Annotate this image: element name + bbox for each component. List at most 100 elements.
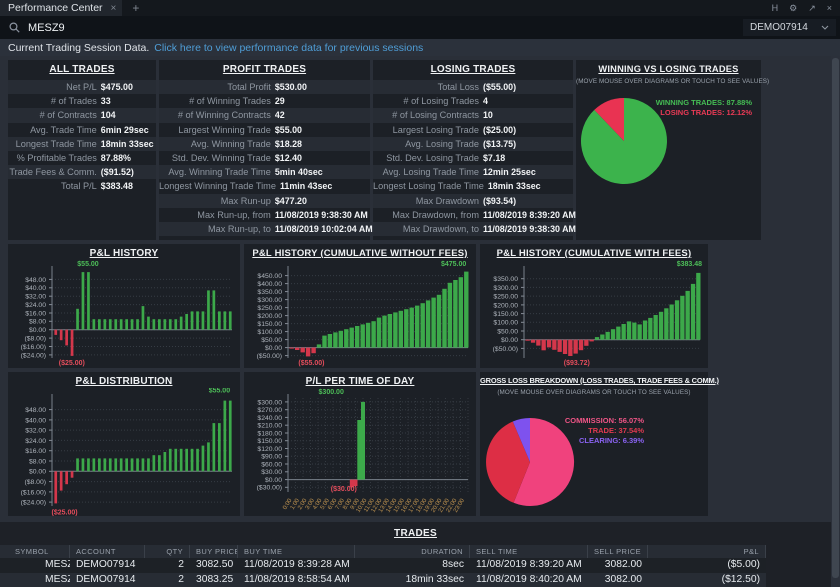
svg-text:$180.00: $180.00: [257, 430, 282, 437]
add-tab-icon[interactable]: +: [132, 1, 139, 15]
stat-row: Longest Winning Trade Time11min 43sec: [159, 179, 370, 193]
col-header-sell-price[interactable]: SELL PRICE: [588, 545, 648, 558]
account-selector-value: DEMO07914: [750, 22, 808, 33]
stat-label: Std. Dev. Winning Trade: [159, 151, 271, 165]
pnl-cum-fees-svg: $350.00$300.00$250.00$200.00$150.00$100.…: [480, 260, 708, 368]
window-controls: H ⚙ ↗ ×: [772, 0, 840, 16]
pnl-history-svg: $48.00$40.00$32.00$24.00$16.00$8.00$0.00…: [8, 260, 240, 368]
stat-value: $530.00: [271, 80, 307, 94]
svg-text:$0.00: $0.00: [265, 477, 282, 484]
svg-text:($16.00): ($16.00): [21, 489, 46, 496]
stat-value: 12min 25sec: [479, 165, 536, 179]
svg-text:$30.00: $30.00: [261, 469, 282, 476]
stat-value: ($93.54): [479, 194, 516, 208]
pnl-cum-fees-chart[interactable]: $350.00$300.00$250.00$200.00$150.00$100.…: [480, 260, 708, 368]
tab-performance-center[interactable]: Performance Center ×: [0, 0, 122, 16]
gross-loss-title: GROSS LOSS BREAKDOWN (LOSS TRADES, TRADE…: [480, 372, 708, 385]
svg-text:$150.00: $150.00: [257, 438, 282, 445]
col-header-symbol[interactable]: SYMBOL: [0, 545, 70, 558]
stat-row: Max Run-up$477.20: [159, 194, 370, 208]
col-header-buy-price[interactable]: BUY PRICE: [190, 545, 238, 558]
stat-label: # of Losing Trades: [373, 94, 479, 108]
svg-text:$240.00: $240.00: [257, 415, 282, 422]
stat-value: ($25.00): [479, 123, 516, 137]
legend-item: WINNING TRADES: 87.88%: [656, 98, 752, 108]
gross-loss-legend: COMMISSION: 56.07%TRADE: 37.54%CLEARING:…: [565, 416, 644, 446]
pnl-cum-nofees-chart[interactable]: $450.00$400.00$350.00$300.00$250.00$200.…: [244, 260, 476, 368]
svg-text:$100.00: $100.00: [493, 320, 518, 327]
svg-text:$300.00: $300.00: [493, 285, 518, 292]
svg-text:$400.00: $400.00: [257, 281, 282, 288]
svg-text:$55.00: $55.00: [209, 388, 231, 395]
stat-value: $7.18: [479, 151, 505, 165]
svg-text:$50.00: $50.00: [497, 328, 518, 335]
pnl-distribution-chart[interactable]: $48.00$40.00$32.00$24.00$16.00$8.00$0.00…: [8, 388, 240, 516]
stat-label: # of Contracts: [8, 108, 97, 122]
pnl-timeofday-panel: P/L PER TIME OF DAY $300.00$270.00$240.0…: [244, 372, 476, 516]
scrollbar-thumb[interactable]: [832, 58, 839, 578]
losing-trades-title: LOSING TRADES: [373, 60, 573, 75]
trades-table: SYMBOLACCOUNTQTYBUY PRICEBUY TIMEDURATIO…: [0, 545, 766, 587]
stat-label: Max Run-up: [159, 194, 271, 208]
vertical-scrollbar[interactable]: [831, 56, 840, 587]
svg-text:($25.00): ($25.00): [59, 360, 85, 367]
svg-text:($24.00): ($24.00): [21, 352, 46, 359]
svg-text:($8.00): ($8.00): [24, 479, 46, 486]
stat-value: 6min 29sec: [97, 123, 149, 137]
previous-sessions-link[interactable]: Click here to view performance data for …: [154, 42, 423, 54]
profit-trades-title: PROFIT TRADES: [159, 60, 370, 75]
account-selector[interactable]: DEMO07914: [743, 19, 836, 36]
pnl-history-chart[interactable]: $48.00$40.00$32.00$24.00$16.00$8.00$0.00…: [8, 260, 240, 368]
popout-icon[interactable]: ↗: [808, 0, 816, 16]
table-row[interactable]: MESZ9DEMO0791423083.2511/08/2019 8:58:54…: [0, 573, 766, 587]
legend-item: TRADE: 37.54%: [565, 426, 644, 436]
gross-pie-svg: [485, 417, 575, 507]
svg-text:$16.00: $16.00: [25, 448, 46, 455]
pnl-cum-fees-title: P&L HISTORY (CUMULATIVE WITH FEES): [480, 244, 708, 259]
tab-close-icon[interactable]: ×: [111, 3, 117, 14]
stat-row: Avg. Losing Trade($13.75): [373, 137, 573, 151]
col-header-sell-time[interactable]: SELL TIME: [470, 545, 588, 558]
stat-value: $475.00: [97, 80, 133, 94]
stat-label: % Profitable Trades: [8, 151, 97, 165]
svg-text:$270.00: $270.00: [257, 407, 282, 414]
table-cell: MESZ9: [0, 573, 70, 587]
stat-row: Avg. Winning Trade$18.28: [159, 137, 370, 151]
losing-trades-rows: Total Loss($55.00)# of Losing Trades4# o…: [373, 80, 573, 236]
svg-text:$40.00: $40.00: [25, 285, 46, 292]
svg-text:$150.00: $150.00: [493, 311, 518, 318]
stat-value: 104: [97, 108, 116, 122]
stat-value: 87.88%: [97, 151, 131, 165]
symbol-search[interactable]: [0, 22, 743, 34]
stat-label: Max Run-up, from: [159, 208, 271, 222]
stat-value: 18min 33sec: [97, 137, 154, 151]
col-header-account[interactable]: ACCOUNT: [70, 545, 145, 558]
gross-loss-panel: GROSS LOSS BREAKDOWN (LOSS TRADES, TRADE…: [480, 372, 708, 516]
table-cell: 11/08/2019 8:39:20 AM: [470, 558, 588, 573]
col-header-qty[interactable]: QTY: [145, 545, 190, 558]
pnl-timeofday-chart[interactable]: $300.00$270.00$240.00$210.00$180.00$150.…: [244, 388, 476, 516]
col-header-buy-time[interactable]: BUY TIME: [238, 545, 355, 558]
svg-text:$0.00: $0.00: [265, 345, 282, 352]
stat-row: Total P/L$383.48: [8, 179, 156, 193]
help-icon[interactable]: H: [772, 0, 779, 16]
stat-value: $12.40: [271, 151, 302, 165]
col-header-duration[interactable]: DURATION: [355, 545, 470, 558]
col-header-p-l[interactable]: P&L: [648, 545, 766, 558]
pnl-distribution-title: P&L DISTRIBUTION: [8, 372, 240, 387]
pnl-distribution-svg: $48.00$40.00$32.00$24.00$16.00$8.00$0.00…: [8, 388, 240, 516]
stat-value: 5min 40sec: [271, 165, 323, 179]
table-row[interactable]: MESZ9DEMO0791423082.5011/08/2019 8:39:28…: [0, 558, 766, 573]
gear-icon[interactable]: ⚙: [789, 0, 797, 16]
svg-text:$32.00: $32.00: [25, 294, 46, 301]
gross-loss-pie-chart[interactable]: [485, 417, 575, 507]
legend-item: LOSING TRADES: 12.12%: [656, 108, 752, 118]
stat-row: Std. Dev. Winning Trade$12.40: [159, 151, 370, 165]
stat-row: Total Profit$530.00: [159, 80, 370, 94]
stat-row: Max Drawdown($93.54): [373, 194, 573, 208]
stat-label: Total Loss: [373, 80, 479, 94]
search-input[interactable]: [28, 22, 328, 34]
legend-item: CLEARING: 6.39%: [565, 436, 644, 446]
table-cell: 3082.00: [588, 573, 648, 587]
close-icon[interactable]: ×: [827, 0, 832, 16]
